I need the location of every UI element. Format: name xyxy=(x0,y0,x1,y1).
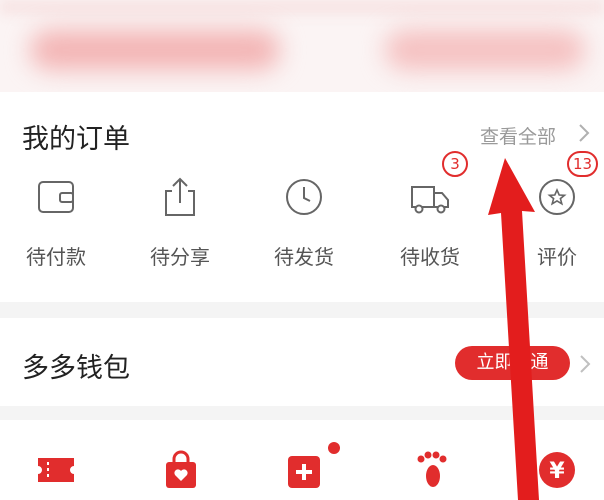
footprint-icon[interactable] xyxy=(412,450,452,490)
order-review-label: 评价 xyxy=(537,245,577,269)
order-pending-payment[interactable]: 待付款 xyxy=(6,175,106,275)
order-pending-shipment[interactable]: 待发货 xyxy=(254,175,354,275)
tools-row: ¥ xyxy=(0,420,604,500)
yuan-coin-icon[interactable]: ¥ xyxy=(537,450,577,490)
order-pending-share[interactable]: 待分享 xyxy=(130,175,230,275)
view-all-orders-link[interactable]: 查看全部 xyxy=(480,122,556,149)
wallet-icon xyxy=(38,181,74,213)
truck-icon xyxy=(411,186,449,214)
blurred-header xyxy=(0,0,604,92)
review-count-badge: 13 xyxy=(567,151,599,177)
clock-icon xyxy=(286,179,322,215)
orders-section: 我的订单 查看全部 待付款 待分享 待发货 待收货 3 评价 13 xyxy=(0,95,604,300)
wallet-title: 多多钱包 xyxy=(22,353,130,384)
pending-receipt-count-badge: 3 xyxy=(442,151,468,177)
activate-wallet-button[interactable]: 立即开通 xyxy=(455,346,570,380)
plus-card-icon[interactable] xyxy=(286,450,326,490)
notification-dot xyxy=(328,442,340,454)
order-pending-receipt[interactable]: 待收货 3 xyxy=(380,151,480,275)
coupon-icon[interactable] xyxy=(36,450,76,490)
order-pending-share-label: 待分享 xyxy=(150,245,210,269)
orders-title: 我的订单 xyxy=(22,124,130,155)
order-pending-shipment-label: 待发货 xyxy=(274,245,334,269)
wallet-section: 多多钱包 立即开通 xyxy=(0,318,604,406)
share-icon xyxy=(165,177,195,216)
review-star-icon xyxy=(539,179,575,215)
chevron-right-icon[interactable] xyxy=(577,122,591,144)
order-pending-receipt-label: 待收货 xyxy=(400,245,460,269)
section-divider xyxy=(0,302,604,318)
profile-page: 我的订单 查看全部 待付款 待分享 待发货 待收货 3 评价 13 多多钱包 立… xyxy=(0,0,604,500)
order-pending-payment-label: 待付款 xyxy=(26,245,86,269)
chevron-right-icon[interactable] xyxy=(578,353,592,375)
shopping-bag-icon[interactable] xyxy=(161,450,201,490)
order-review[interactable]: 评价 13 xyxy=(507,151,604,275)
svg-text:¥: ¥ xyxy=(549,459,565,484)
